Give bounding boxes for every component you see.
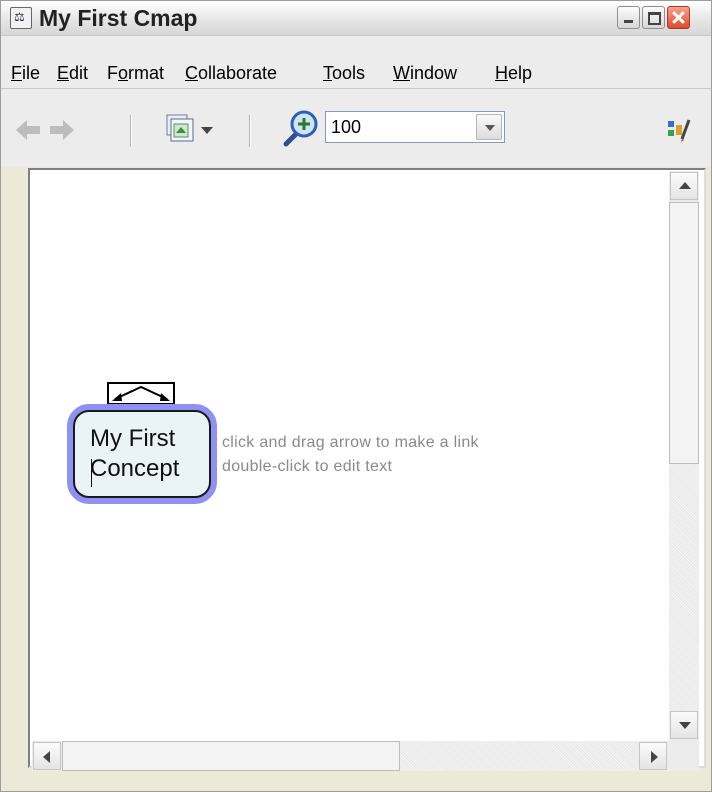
text-caret (91, 459, 92, 487)
title-bar[interactable]: ⚖ My First Cmap (1, 1, 711, 36)
back-arrow-icon[interactable] (15, 119, 41, 141)
cmap-window: ⚖ My First Cmap File Edit Format Collabo… (0, 0, 712, 792)
menu-edit[interactable]: Edit (57, 63, 88, 83)
scroll-down-button[interactable] (670, 711, 698, 739)
toolbar-separator (249, 115, 251, 147)
zoom-dropdown-button[interactable] (476, 114, 502, 140)
cmap-app-icon[interactable]: ⚖ (10, 7, 32, 29)
concept-box[interactable]: My First Concept (73, 410, 211, 498)
horizontal-scrollbar[interactable] (32, 741, 669, 771)
toolbar-separator (130, 115, 132, 147)
menu-format[interactable]: Format (107, 63, 164, 83)
scrollbar-corner (669, 741, 699, 771)
hint-text-edit: double-click to edit text (222, 458, 393, 475)
menu-bar: File Edit Format Collaborate Tools Windo… (1, 36, 711, 89)
horizontal-scroll-thumb[interactable] (62, 741, 400, 771)
window-title: My First Cmap (39, 5, 198, 31)
minimize-button[interactable] (617, 6, 640, 29)
link-arrow-icon (112, 385, 170, 401)
zoom-level-combobox[interactable]: 100 (325, 111, 505, 143)
toolbar: 100 (1, 89, 711, 167)
vertical-scrollbar[interactable] (669, 171, 699, 741)
link-drag-handle[interactable] (107, 382, 175, 405)
scroll-right-button[interactable] (639, 742, 667, 770)
concept-label[interactable]: My First Concept (90, 424, 179, 484)
menu-file[interactable]: File (11, 63, 40, 83)
scroll-up-button[interactable] (670, 172, 698, 200)
styles-palette-icon[interactable] (665, 117, 695, 143)
forward-arrow-icon[interactable] (49, 119, 75, 141)
menu-window[interactable]: Window (393, 63, 457, 83)
close-button[interactable] (667, 6, 690, 29)
menu-help[interactable]: Help (495, 63, 532, 83)
zoom-level-value[interactable]: 100 (331, 117, 361, 138)
zoom-in-icon[interactable] (283, 109, 321, 147)
maximize-button[interactable] (642, 6, 665, 29)
menu-tools[interactable]: Tools (323, 63, 365, 83)
hint-text-link: click and drag arrow to make a link (222, 434, 479, 451)
scroll-left-button[interactable] (33, 742, 61, 770)
vertical-scroll-thumb[interactable] (669, 202, 699, 464)
menu-collaborate[interactable]: Collaborate (185, 63, 277, 83)
concept-node[interactable]: My First Concept (67, 404, 217, 504)
view-options-icon[interactable] (161, 113, 221, 147)
